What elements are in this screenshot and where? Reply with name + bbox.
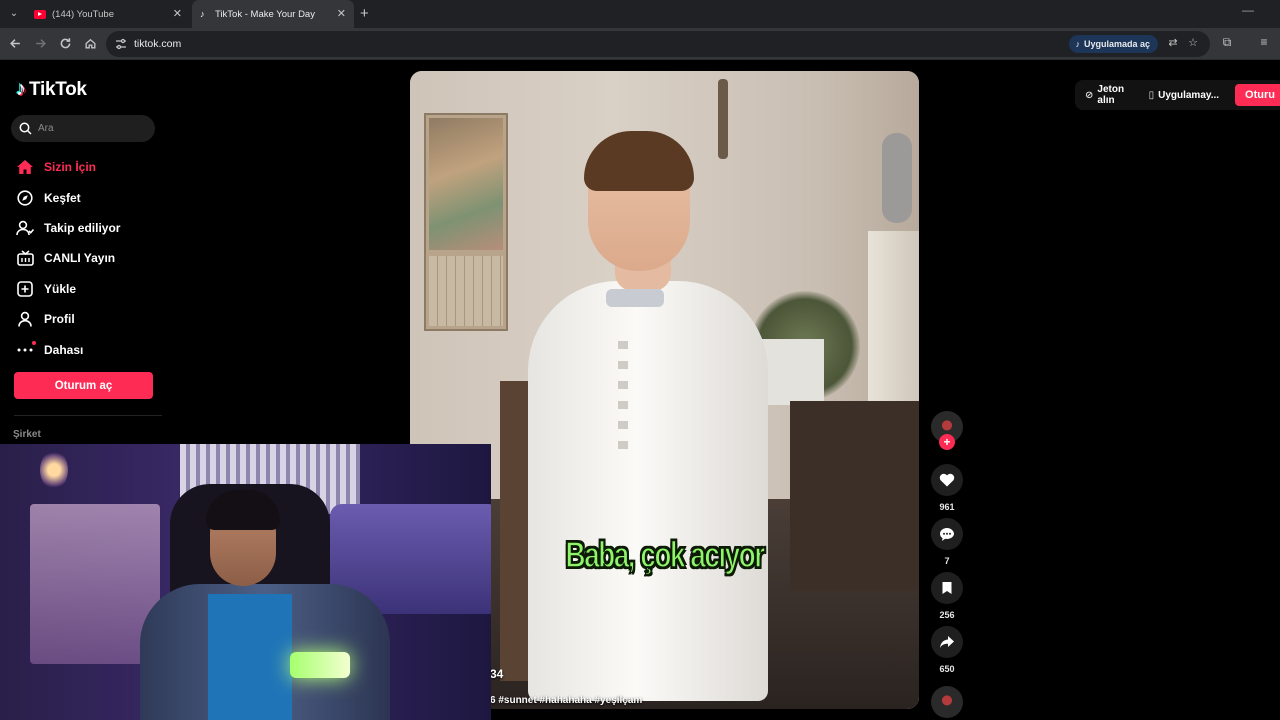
creator-avatar[interactable]: +: [931, 411, 963, 450]
video-stand: [500, 381, 530, 681]
address-bar[interactable]: tiktok.com ♪ Uygulamada aç ⇄ ☆: [106, 31, 1210, 57]
get-coins-button[interactable]: ⊘ Jeton alın: [1085, 84, 1139, 106]
sidebar-item-label: Dahası: [44, 342, 84, 357]
save-button[interactable]: [931, 572, 963, 604]
video-author[interactable]: 34: [490, 667, 503, 681]
sidebar-item-live[interactable]: CANLI Yayın: [14, 243, 174, 273]
sidebar-nav: Sizin İçin Keşfet Takip ediliyor CANLI Y…: [14, 152, 174, 365]
share-count: 650: [939, 664, 955, 674]
compass-icon: [14, 189, 36, 207]
sidebar-item-profile[interactable]: Profil: [14, 304, 174, 334]
browser-tab-strip: ⌄ (144) YouTube ✕ ♪ TikTok - Make Your D…: [0, 0, 1280, 28]
sidebar-item-more[interactable]: Dahası: [14, 334, 174, 364]
get-app-label: Uygulamay...: [1158, 89, 1220, 101]
share-icon: [940, 636, 954, 648]
sidebar-item-label: Takip ediliyor: [44, 220, 121, 235]
comment-icon: [940, 527, 954, 541]
close-icon[interactable]: ✕: [337, 7, 346, 21]
webcam-person-shirt: [208, 594, 292, 720]
save-count: 256: [939, 610, 955, 620]
share-button[interactable]: [931, 626, 963, 658]
media-icon[interactable]: ≡: [1256, 35, 1272, 49]
like-button[interactable]: [931, 464, 963, 496]
comment-count: 7: [944, 556, 950, 566]
sidebar-item-label: Yükle: [44, 281, 77, 296]
sidebar-item-upload[interactable]: Yükle: [14, 274, 174, 304]
sidebar-item-label: Sizin İçin: [44, 160, 97, 175]
get-coins-label: Jeton alın: [1097, 84, 1125, 106]
minimize-icon[interactable]: —: [1242, 3, 1254, 17]
tiktok-icon: ♪: [1075, 39, 1080, 49]
comment-button[interactable]: [931, 518, 963, 550]
tab-title: TikTok - Make Your Day: [215, 8, 315, 20]
browser-toolbar: tiktok.com ♪ Uygulamada aç ⇄ ☆ ⧉ ≡: [0, 28, 1280, 60]
tab-search-chevron-icon[interactable]: ⌄: [6, 6, 22, 22]
back-icon[interactable]: [6, 35, 24, 53]
extensions-icon[interactable]: ⧉: [1219, 35, 1235, 50]
star-icon[interactable]: ☆: [1186, 36, 1200, 49]
open-in-app-button[interactable]: ♪ Uygulamada aç: [1069, 35, 1158, 53]
video-caption[interactable]: 6 #sunnet #hahahaha #yeşilçam: [490, 695, 642, 706]
profile-icon: [14, 310, 36, 328]
sidebar-item-following[interactable]: Takip ediliyor: [14, 213, 174, 243]
login-button[interactable]: Oturum aç: [14, 372, 153, 399]
live-icon: [14, 249, 36, 267]
more-icon: [14, 340, 36, 359]
heart-icon: [939, 473, 955, 487]
sidebar-item-for-you[interactable]: Sizin İçin: [14, 152, 174, 182]
following-icon: [14, 219, 36, 237]
upload-icon: [14, 280, 36, 298]
phone-icon: ▯: [1148, 89, 1155, 101]
sidebar-item-label: Profil: [44, 312, 75, 327]
tab-youtube[interactable]: (144) YouTube ✕: [26, 0, 190, 28]
sidebar-item-label: Keşfet: [44, 190, 81, 205]
search-box[interactable]: [11, 115, 155, 142]
webcam-microphone: [290, 652, 350, 678]
webcam-lamp: [40, 450, 68, 490]
youtube-icon: [34, 9, 46, 19]
search-icon: [19, 122, 32, 135]
header-login-button[interactable]: Oturu: [1235, 84, 1280, 106]
tiktok-icon: ♪: [200, 9, 205, 19]
sidebar-item-label: CANLI Yayın: [44, 251, 116, 266]
company-section-title: Şirket: [13, 429, 41, 440]
site-settings-icon[interactable]: [114, 37, 128, 51]
tab-title: (144) YouTube: [52, 8, 114, 20]
video-wall-ornament: [718, 79, 728, 159]
close-icon[interactable]: ✕: [173, 7, 182, 21]
video-actions: + 961 7 256 650: [930, 411, 964, 718]
home-icon[interactable]: [81, 35, 99, 53]
sidebar-divider: [14, 415, 162, 416]
logo-text: TikTok: [29, 78, 87, 100]
video-wall-calendar: [424, 113, 508, 331]
get-app-button[interactable]: ▯ Uygulamay...: [1149, 90, 1219, 101]
follow-plus-icon[interactable]: +: [939, 434, 955, 450]
notification-dot: [32, 340, 36, 345]
sidebar-item-explore[interactable]: Keşfet: [14, 182, 174, 212]
like-count: 961: [939, 502, 955, 512]
header-actions: ⊘ Jeton alın ▯ Uygulamay... Oturu: [1075, 80, 1280, 110]
video-wall-lamp: [882, 133, 912, 223]
search-input[interactable]: [38, 120, 148, 137]
home-icon: [14, 158, 36, 176]
tiktok-note-icon: ♪: [16, 78, 26, 100]
video-boy-bowtie: [606, 289, 664, 307]
translate-icon[interactable]: ⇄: [1166, 36, 1180, 49]
tab-tiktok[interactable]: ♪ TikTok - Make Your Day ✕: [192, 0, 354, 28]
reload-icon[interactable]: [56, 35, 74, 53]
open-in-app-label: Uygulamada aç: [1083, 39, 1150, 49]
new-tab-plus-icon[interactable]: +: [360, 5, 369, 23]
coin-icon: ⊘: [1085, 89, 1094, 101]
tiktok-logo[interactable]: ♪ TikTok: [16, 78, 87, 101]
video-boy-robe: [528, 281, 768, 701]
video-subtitle: Baba, çok acıyor: [565, 533, 766, 576]
webcam-overlay: [0, 444, 491, 720]
forward-icon[interactable]: [31, 35, 49, 53]
video-boy-buttons: [618, 341, 628, 451]
bookmark-icon: [942, 582, 952, 594]
url-text[interactable]: tiktok.com: [134, 38, 181, 50]
music-disc-avatar[interactable]: [931, 686, 963, 718]
